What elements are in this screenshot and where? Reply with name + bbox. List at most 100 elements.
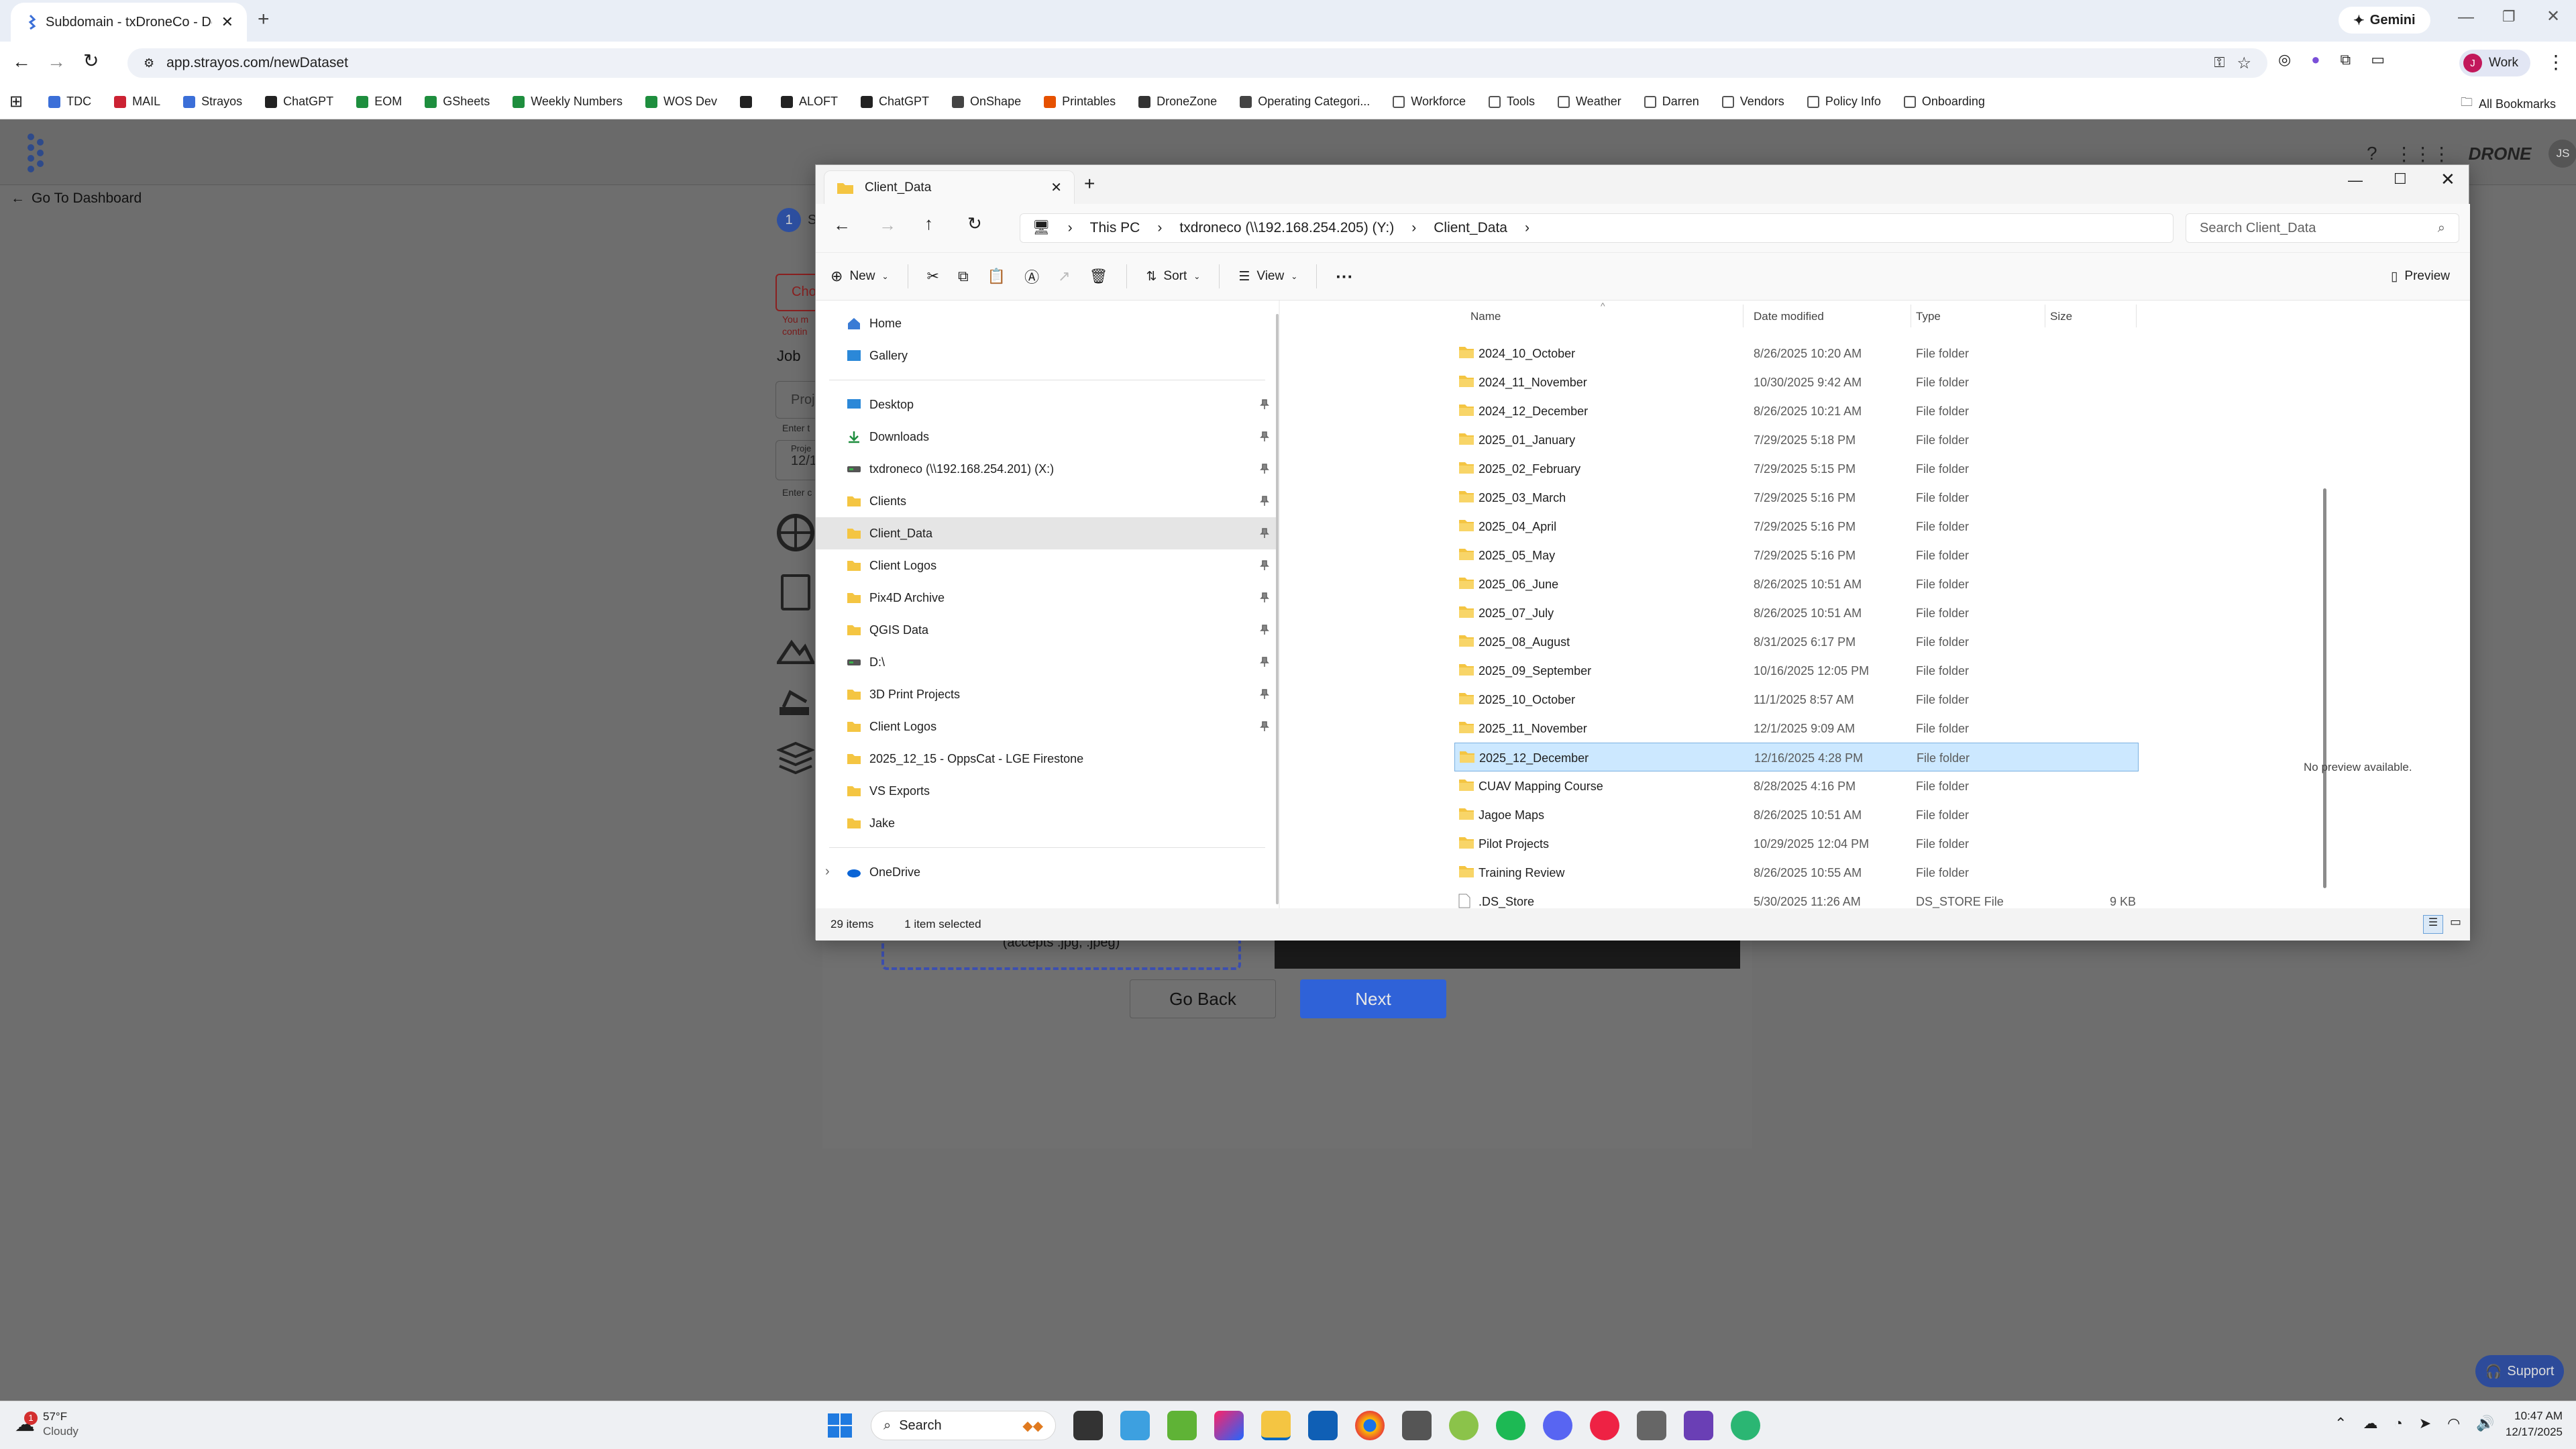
bookmark-item[interactable]: Weather xyxy=(1558,95,1621,109)
side-panel-icon[interactable]: ▭ xyxy=(2371,51,2385,68)
close-window-icon[interactable]: ✕ xyxy=(2546,7,2560,26)
bookmark-item[interactable]: Operating Categori... xyxy=(1240,95,1370,109)
task-view-icon[interactable] xyxy=(1073,1411,1103,1440)
qgis-icon[interactable] xyxy=(1449,1411,1479,1440)
password-key-icon[interactable]: ⚿ xyxy=(2214,55,2225,71)
profile-button[interactable]: J Work xyxy=(2459,50,2530,76)
column-size[interactable]: Size xyxy=(2050,310,2072,323)
file-row[interactable]: 2025_03_March 7/29/2025 5:16 PM File folde… xyxy=(1454,483,2139,512)
breadcrumb-client-data[interactable]: Client_Data xyxy=(1434,220,1507,236)
minimize-window-icon[interactable]: — xyxy=(2458,8,2474,27)
bookmark-item[interactable]: Workforce xyxy=(1393,95,1466,109)
taskbar-search[interactable]: ⌕ Search ◆◆ xyxy=(871,1411,1056,1440)
pin-icon[interactable] xyxy=(1260,625,1269,635)
file-explorer-taskbar-icon[interactable] xyxy=(1261,1411,1291,1440)
pin-icon[interactable] xyxy=(1260,431,1269,442)
file-row[interactable]: 2025_05_May 7/29/2025 5:16 PM File folder xyxy=(1454,541,2139,570)
help-icon[interactable]: ? xyxy=(2367,143,2377,164)
outlook-icon[interactable] xyxy=(1308,1411,1338,1440)
breadcrumb-drive[interactable]: txdroneco (\\192.168.254.205) (Y:) xyxy=(1179,220,1394,236)
nav-item[interactable]: VS Exports xyxy=(816,775,1279,807)
bookmark-item[interactable]: OnShape xyxy=(952,95,1021,109)
site-info-icon[interactable]: ⚙ xyxy=(144,56,154,70)
file-row[interactable]: 2025_07_July 8/26/2025 10:51 AM File folde… xyxy=(1454,598,2139,627)
tiles-view-icon[interactable]: ▭ xyxy=(2450,915,2461,929)
bookmark-item[interactable]: EOM xyxy=(356,95,402,109)
file-row[interactable]: 2024_11_November 10/30/2025 9:42 AM File f… xyxy=(1454,368,2139,396)
browser-menu-icon[interactable]: ⋮ xyxy=(2546,51,2565,73)
cloud-sync-icon[interactable]: ☁ xyxy=(2363,1415,2377,1432)
extension-icon[interactable]: ◎ xyxy=(2278,51,2291,68)
browser-tab-active[interactable]: Subdomain - txDroneCo - Dem ✕ xyxy=(11,3,247,42)
nav-item[interactable]: Pix4D Archive xyxy=(816,582,1279,614)
bookmark-item[interactable]: ChatGPT xyxy=(265,95,333,109)
discord-icon[interactable] xyxy=(1543,1411,1572,1440)
restore-window-icon[interactable]: ❐ xyxy=(2502,8,2516,25)
pin-icon[interactable] xyxy=(1260,721,1269,732)
sort-button[interactable]: ⇅ Sort ⌄ xyxy=(1146,269,1200,284)
user-avatar[interactable]: JS xyxy=(2548,140,2576,168)
breadcrumb-this-pc[interactable]: This PC xyxy=(1090,220,1140,236)
copy-icon[interactable]: ⧉ xyxy=(958,268,969,285)
bookmark-item[interactable]: Weekly Numbers xyxy=(513,95,623,109)
support-button[interactable]: 🎧 Support xyxy=(2475,1355,2564,1387)
delete-icon[interactable]: 🗑 xyxy=(1089,268,1108,285)
pin-icon[interactable] xyxy=(1260,528,1269,539)
volume-icon[interactable]: 🔊 xyxy=(2476,1415,2494,1432)
file-row[interactable]: 2024_10_October 8/26/2025 10:20 AM File fo… xyxy=(1454,339,2139,368)
bookmark-item[interactable]: WOS Dev xyxy=(645,95,717,109)
address-bar[interactable]: ⚙ app.strayos.com/newDataset ⚿ ☆ xyxy=(127,48,2267,78)
nav-scrollbar[interactable] xyxy=(1276,314,1279,904)
paste-icon[interactable]: 📋 xyxy=(987,268,1006,285)
pin-icon[interactable] xyxy=(1260,657,1269,667)
file-row[interactable]: 2025_08_August 8/31/2025 6:17 PM File fold… xyxy=(1454,627,2139,656)
search-box[interactable]: Search Client_Data ⌕ xyxy=(2186,213,2459,243)
bookmark-item[interactable]: ALOFT xyxy=(780,95,838,109)
puzzle-extensions-icon[interactable]: ⧉ xyxy=(2341,51,2351,68)
bookmark-item[interactable] xyxy=(739,95,758,108)
file-row[interactable]: 2025_01_January 7/29/2025 5:18 PM File fol… xyxy=(1454,425,2139,454)
nav-item[interactable]: Desktop xyxy=(816,388,1279,421)
bookmark-item[interactable]: ChatGPT xyxy=(861,95,929,109)
nav-item[interactable]: Client_Data xyxy=(816,517,1279,549)
bookmark-item[interactable]: GSheets xyxy=(425,95,490,109)
file-row[interactable]: Pilot Projects 10/29/2025 12:04 PM File fo… xyxy=(1454,829,2139,858)
file-row[interactable]: Jagoe Maps 8/26/2025 10:51 AM File folder xyxy=(1454,800,2139,829)
bookmark-item[interactable]: TDC xyxy=(48,95,91,109)
calculator-icon[interactable] xyxy=(1402,1411,1432,1440)
file-row[interactable]: 2025_02_February 7/29/2025 5:15 PM File fo… xyxy=(1454,454,2139,483)
bookmark-item[interactable]: Strayos xyxy=(183,95,242,109)
view-button[interactable]: ☰ View ⌄ xyxy=(1238,269,1297,284)
file-row[interactable]: 2025_10_October 11/1/2025 8:57 AM File fol… xyxy=(1454,685,2139,714)
cut-icon[interactable]: ✂ xyxy=(927,268,939,285)
file-row[interactable]: 2025_11_November 12/1/2025 9:09 AM File fo… xyxy=(1454,714,2139,743)
go-back-button[interactable]: Go Back xyxy=(1130,979,1276,1018)
pin-icon[interactable] xyxy=(1260,399,1269,410)
bookmark-item[interactable]: Vendors xyxy=(1721,95,1784,109)
forward-icon[interactable]: → xyxy=(47,51,66,72)
close-tab-icon[interactable]: ✕ xyxy=(1051,179,1062,196)
close-tab-icon[interactable]: ✕ xyxy=(221,13,233,31)
explorer-close-icon[interactable]: ✕ xyxy=(2440,169,2455,190)
bookmark-item[interactable]: Onboarding xyxy=(1903,95,1985,109)
network-icon[interactable]: ◔ xyxy=(2394,1415,2402,1432)
nav-item[interactable]: Clients xyxy=(816,485,1279,517)
bookmark-item[interactable]: DroneZone xyxy=(1138,95,1217,109)
visual-studio-icon[interactable] xyxy=(1684,1411,1713,1440)
nav-item[interactable]: 3D Print Projects xyxy=(816,678,1279,710)
windows-start-icon[interactable] xyxy=(826,1412,853,1439)
wifi-icon[interactable]: ◠ xyxy=(2447,1415,2460,1432)
nav-item[interactable]: D:\ xyxy=(816,646,1279,678)
expand-chevron-icon[interactable]: › xyxy=(825,864,830,879)
explorer-minimize-icon[interactable]: — xyxy=(2348,172,2363,189)
new-explorer-tab-icon[interactable]: + xyxy=(1084,173,1095,195)
nav-item[interactable]: Downloads xyxy=(816,421,1279,453)
preview-button[interactable]: ▯ Preview xyxy=(2391,269,2450,284)
nav-item[interactable]: Client Logos xyxy=(816,710,1279,743)
file-row[interactable]: 2025_12_December 12/16/2025 4:28 PM File f… xyxy=(1454,743,2139,771)
file-row[interactable]: CUAV Mapping Course 8/28/2025 4:16 PM File… xyxy=(1454,771,2139,800)
bookmark-item[interactable]: MAIL xyxy=(114,95,160,109)
nav-item[interactable]: Gallery xyxy=(816,339,1279,372)
bookmark-star-icon[interactable]: ☆ xyxy=(2237,54,2251,73)
pin-icon[interactable] xyxy=(1260,464,1269,474)
